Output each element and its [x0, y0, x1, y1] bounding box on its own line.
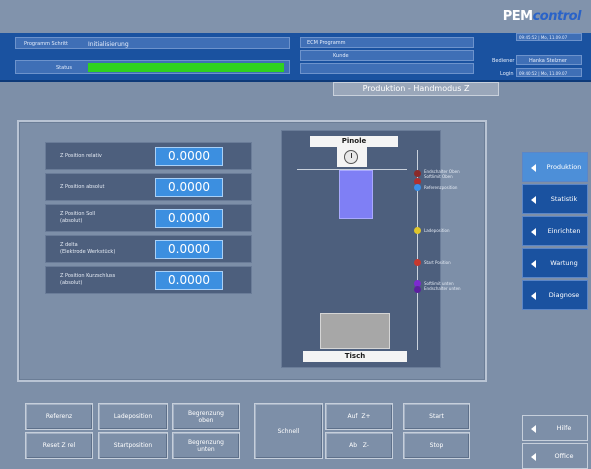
schnell-button[interactable]: Schnell: [254, 403, 323, 459]
status-indicator-bar: [88, 63, 284, 72]
start-button[interactable]: Start: [403, 403, 470, 430]
referenz-button[interactable]: Referenz: [25, 403, 93, 430]
login-label: Login: [500, 71, 514, 77]
auf-z-plus-button[interactable]: Auf Z+: [325, 403, 393, 430]
login-box: 09:40:52 | Mo, 11.09.07: [516, 68, 582, 77]
stop-button[interactable]: Stop: [403, 432, 470, 459]
marker-label: Start Position: [424, 260, 451, 265]
ab-z-minus-button[interactable]: Ab Z-: [325, 432, 393, 459]
arrow-left-icon: [531, 228, 536, 236]
programm-schritt-box: Programm Schritt Initialisierung: [15, 37, 290, 49]
empty-header-box: [300, 63, 474, 74]
programm-schritt-label: Programm Schritt: [24, 41, 69, 47]
field-label: Z Position Kurzschluss (absolut): [60, 273, 116, 286]
nav-diagnose-button[interactable]: Diagnose: [522, 280, 588, 310]
hilfe-label: Hilfe: [556, 424, 572, 432]
marker-label: Referenzposition: [424, 185, 458, 190]
z-position-relativ-row: Z Position relativ 0.0000: [45, 142, 252, 170]
z-position-absolut-value: 0.0000: [155, 178, 223, 197]
nav-einrichten-button[interactable]: Einrichten: [522, 216, 588, 246]
z-position-kurzschluss-row: Z Position Kurzschluss (absolut) 0.0000: [45, 266, 252, 294]
field-label: Z Position Soll (absolut): [60, 211, 96, 224]
z-position-soll-row: Z Position Soll (absolut) 0.0000: [45, 204, 252, 232]
marker-label: Ladeposition: [424, 228, 450, 233]
referenzposition-marker: [414, 184, 421, 191]
status-label: Status: [56, 65, 72, 71]
status-box: Status: [15, 60, 290, 74]
z-position-soll-value: 0.0000: [155, 209, 223, 228]
programm-schritt-value: Initialisierung: [88, 41, 129, 48]
begrenzung-oben-button[interactable]: Begrenzung oben: [172, 403, 240, 430]
marker-label: Endschalter Oben Softlimit Oben: [424, 169, 460, 179]
field-label: Z delta (Elektrode Werkstück): [60, 242, 116, 255]
z-position-kurzschluss-value: 0.0000: [155, 271, 223, 290]
marker-label: Softlimit unten Endschalter unten: [424, 281, 461, 291]
hilfe-button[interactable]: Hilfe: [522, 415, 588, 441]
endschalter-oben-marker: [414, 170, 421, 177]
arrow-left-icon: [531, 164, 536, 172]
nav-wartung-button[interactable]: Wartung: [522, 248, 588, 278]
top-bar: PEMcontrol: [0, 0, 591, 33]
office-button[interactable]: Office: [522, 443, 588, 469]
reset-z-rel-button[interactable]: Reset Z rel: [25, 432, 93, 459]
nav-label: Statistik: [550, 195, 578, 203]
login-value: 09:40:52 | Mo, 11.09.07: [519, 71, 568, 76]
electrode-block: [339, 170, 373, 219]
logo-pem: PEM: [502, 9, 533, 24]
ladeposition-button[interactable]: Ladeposition: [98, 403, 168, 430]
clock-box: 09:45:52 | Mo, 11.09.07: [516, 33, 582, 41]
arrow-left-icon: [531, 260, 536, 268]
bediener-box: Hanka Stelzner: [516, 55, 582, 65]
pem-control-logo: PEMcontrol: [502, 9, 582, 24]
pinole-label: Pinole: [310, 136, 398, 147]
tisch-label: Tisch: [303, 351, 407, 362]
nav-label: Einrichten: [547, 227, 581, 235]
z-position-absolut-row: Z Position absolut 0.0000: [45, 173, 252, 201]
start-position-marker: [414, 259, 421, 266]
page-title: Produktion - Handmodus Z: [333, 82, 499, 96]
field-label: Z Position absolut: [60, 184, 105, 190]
nav-produktion-button[interactable]: Produktion: [522, 152, 588, 182]
office-label: Office: [554, 452, 574, 460]
field-label: Z Position relativ: [60, 153, 102, 159]
arrow-left-icon: [531, 425, 536, 433]
logo-control: control: [532, 9, 582, 24]
z-delta-row: Z delta (Elektrode Werkstück) 0.0000: [45, 235, 252, 263]
z-delta-value: 0.0000: [155, 240, 223, 259]
arrow-left-icon: [531, 196, 536, 204]
workpiece-block: [320, 313, 390, 349]
kunde-box[interactable]: Kunde: [300, 50, 474, 61]
nav-label: Diagnose: [548, 291, 580, 299]
ladeposition-marker: [414, 227, 421, 234]
bediener-label: Bediener: [492, 58, 515, 64]
status-header: Programm Schritt Initialisierung Status …: [0, 33, 591, 82]
arrow-left-icon: [531, 292, 536, 300]
bediener-value: Hanka Stelzner: [529, 58, 567, 64]
endschalter-unten-marker: [414, 286, 421, 293]
startposition-button[interactable]: Startposition: [98, 432, 168, 459]
ecm-programm-box[interactable]: ECM Programm: [300, 37, 474, 48]
kunde-label: Kunde: [333, 53, 349, 59]
nav-label: Produktion: [546, 163, 582, 171]
begrenzung-unten-button[interactable]: Begrenzung unten: [172, 432, 240, 459]
dial-gauge-icon: [344, 150, 358, 164]
nav-label: Wartung: [550, 259, 578, 267]
nav-statistik-button[interactable]: Statistik: [522, 184, 588, 214]
ecm-programm-label: ECM Programm: [307, 40, 346, 46]
z-position-relativ-value: 0.0000: [155, 147, 223, 166]
arrow-left-icon: [531, 453, 536, 461]
clock-value: 09:45:52 | Mo, 11.09.07: [519, 35, 568, 40]
